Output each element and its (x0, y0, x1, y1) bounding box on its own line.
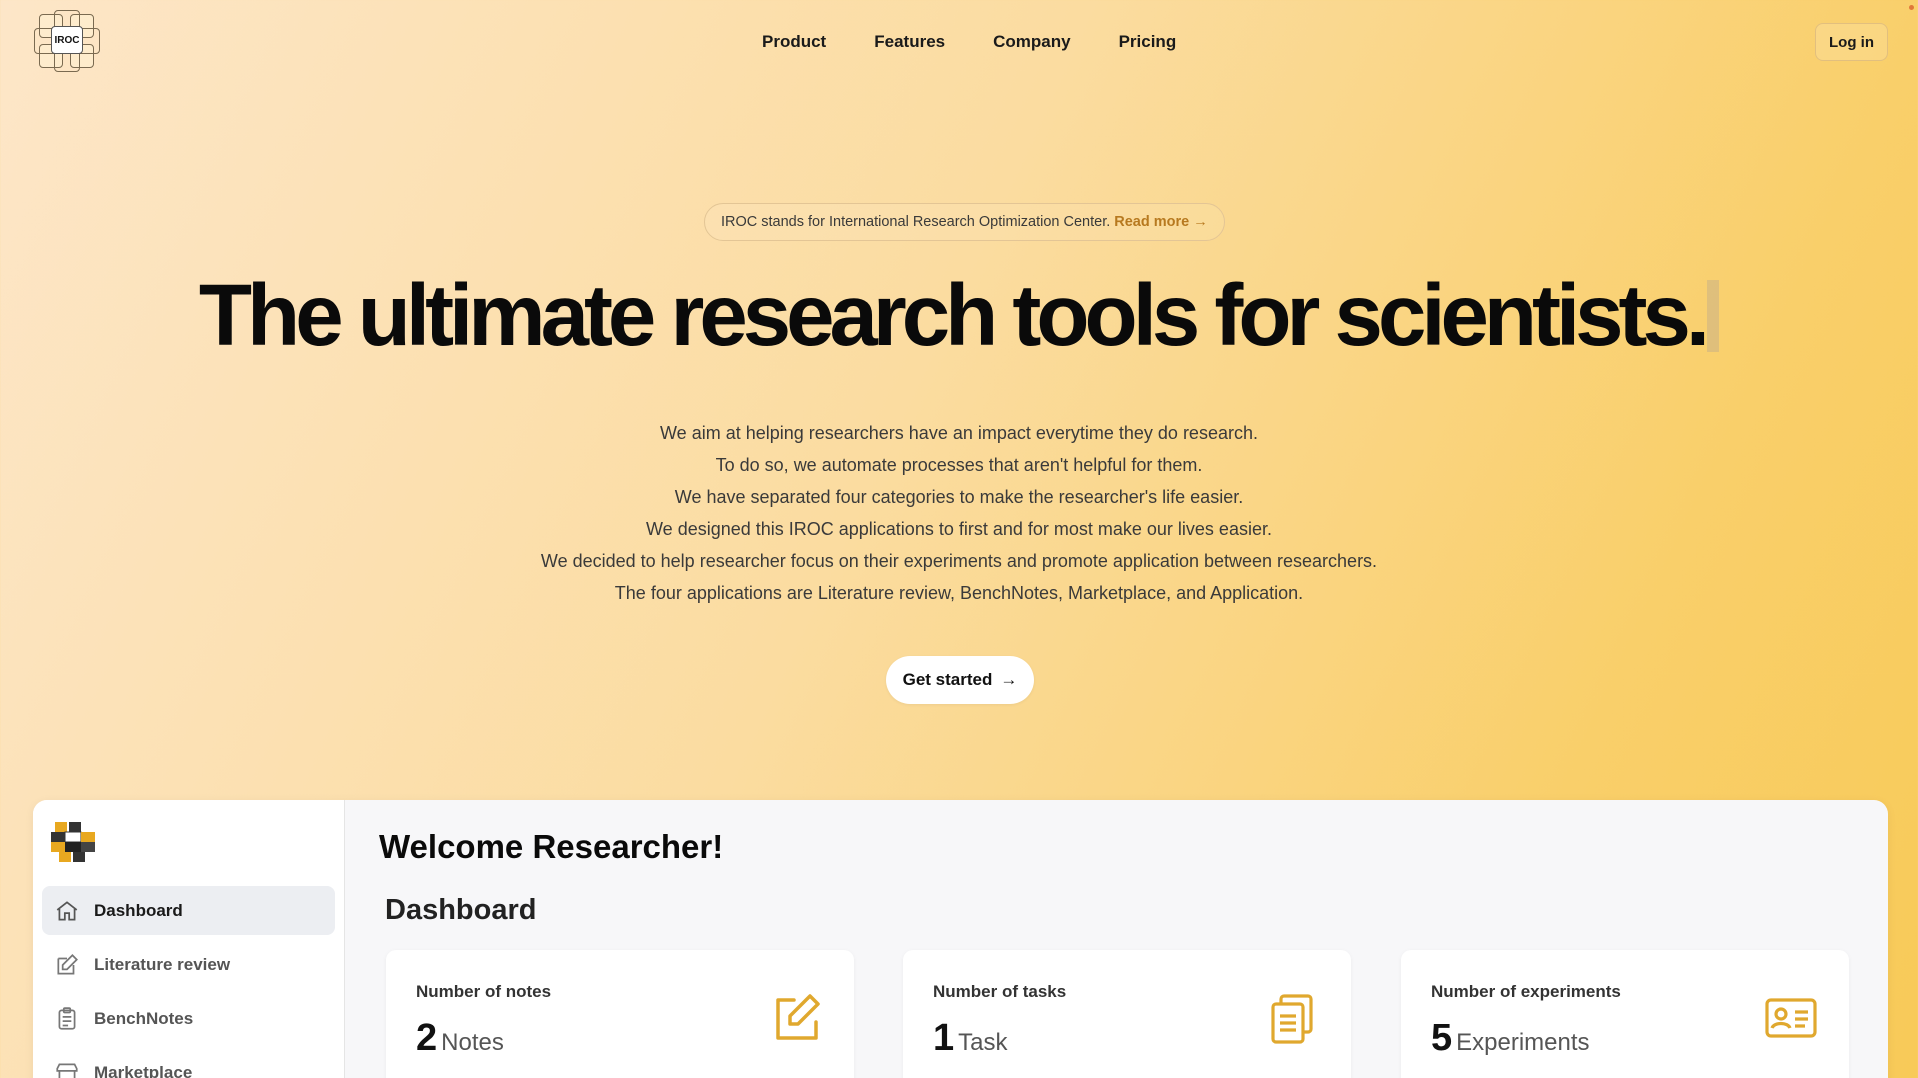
description-line: To do so, we automate processes that are… (715, 455, 1203, 475)
nav-product[interactable]: Product (762, 32, 826, 52)
sidebar-item-benchnotes[interactable]: BenchNotes (42, 994, 335, 1043)
logo-text: IROC (51, 26, 83, 54)
description-line: We have separated four categories to mak… (674, 487, 1244, 507)
welcome-heading: Welcome Researcher! (379, 828, 724, 865)
dashboard-heading: Dashboard (385, 894, 537, 926)
tasks-card[interactable]: Number of tasks 1 Task (903, 950, 1351, 1078)
sidebar: Dashboard Literature review BenchNotes M… (33, 800, 345, 1078)
pencil-square-icon (57, 953, 78, 975)
card-value: 2 Notes (416, 1017, 504, 1060)
home-icon (56, 900, 78, 921)
announcement-pill: IROC stands for International Research O… (704, 203, 1225, 241)
announcement-text: IROC stands for International Research O… (721, 214, 1111, 230)
text-cursor (1707, 280, 1720, 353)
card-unit: Task (958, 1029, 1008, 1056)
card-count: 5 (1431, 1017, 1453, 1059)
app-logo-icon (51, 822, 95, 862)
nav-features[interactable]: Features (874, 32, 945, 52)
card-label: Number of notes (416, 982, 552, 1001)
app-preview: Dashboard Literature review BenchNotes M… (33, 800, 1888, 1078)
sidebar-item-marketplace[interactable]: Marketplace (42, 1048, 335, 1078)
hero-description: We aim at helping researchers have an im… (0, 417, 1918, 609)
card-value: 5 Experiments (1431, 1017, 1590, 1060)
edit-icon (776, 994, 820, 1040)
description-line: We aim at helping researchers have an im… (660, 423, 1258, 443)
description-line: The four applications are Literature rev… (614, 583, 1304, 603)
card-count: 2 (416, 1017, 438, 1059)
card-unit: Notes (441, 1029, 504, 1056)
notes-card[interactable]: Number of notes 2 Notes (386, 950, 854, 1078)
sidebar-item-label: BenchNotes (94, 1008, 194, 1028)
card-unit: Experiments (1456, 1029, 1590, 1056)
headline-text: The ultimate research tools for scientis… (198, 267, 1710, 364)
sidebar-item-label: Literature review (94, 954, 231, 974)
main-nav: Product Features Company Pricing (762, 32, 1176, 52)
arrow-right-icon: → (1000, 670, 1018, 689)
get-started-label: Get started (902, 670, 993, 689)
sidebar-item-dashboard[interactable]: Dashboard (42, 886, 335, 935)
card-label: Number of tasks (933, 982, 1067, 1001)
nav-company[interactable]: Company (993, 32, 1070, 52)
get-started-button[interactable]: Get started → (886, 656, 1034, 704)
hero-headline: The ultimate research tools for scientis… (0, 266, 1918, 366)
notification-dot (1909, 5, 1914, 10)
sidebar-item-literature-review[interactable]: Literature review (42, 940, 335, 989)
clipboard-list-icon (1271, 994, 1313, 1044)
login-button[interactable]: Log in (1815, 23, 1888, 61)
iroc-logo[interactable]: IROC (34, 10, 100, 72)
card-label: Number of experiments (1431, 982, 1621, 1001)
experiments-card[interactable]: Number of experiments 5 Experiments (1401, 950, 1849, 1078)
description-line: We decided to help researcher focus on t… (540, 551, 1378, 571)
sidebar-item-label: Dashboard (94, 900, 183, 920)
card-count: 1 (933, 1017, 955, 1059)
sidebar-item-label: Marketplace (94, 1062, 193, 1078)
description-line: We designed this IROC applications to fi… (646, 519, 1272, 539)
card-value: 1 Task (933, 1017, 1008, 1060)
clipboard-icon (58, 1006, 76, 1030)
read-more-link[interactable]: Read more → (1114, 214, 1207, 230)
id-card-icon (1765, 998, 1817, 1038)
store-icon (56, 1062, 78, 1078)
nav-pricing[interactable]: Pricing (1119, 32, 1177, 52)
